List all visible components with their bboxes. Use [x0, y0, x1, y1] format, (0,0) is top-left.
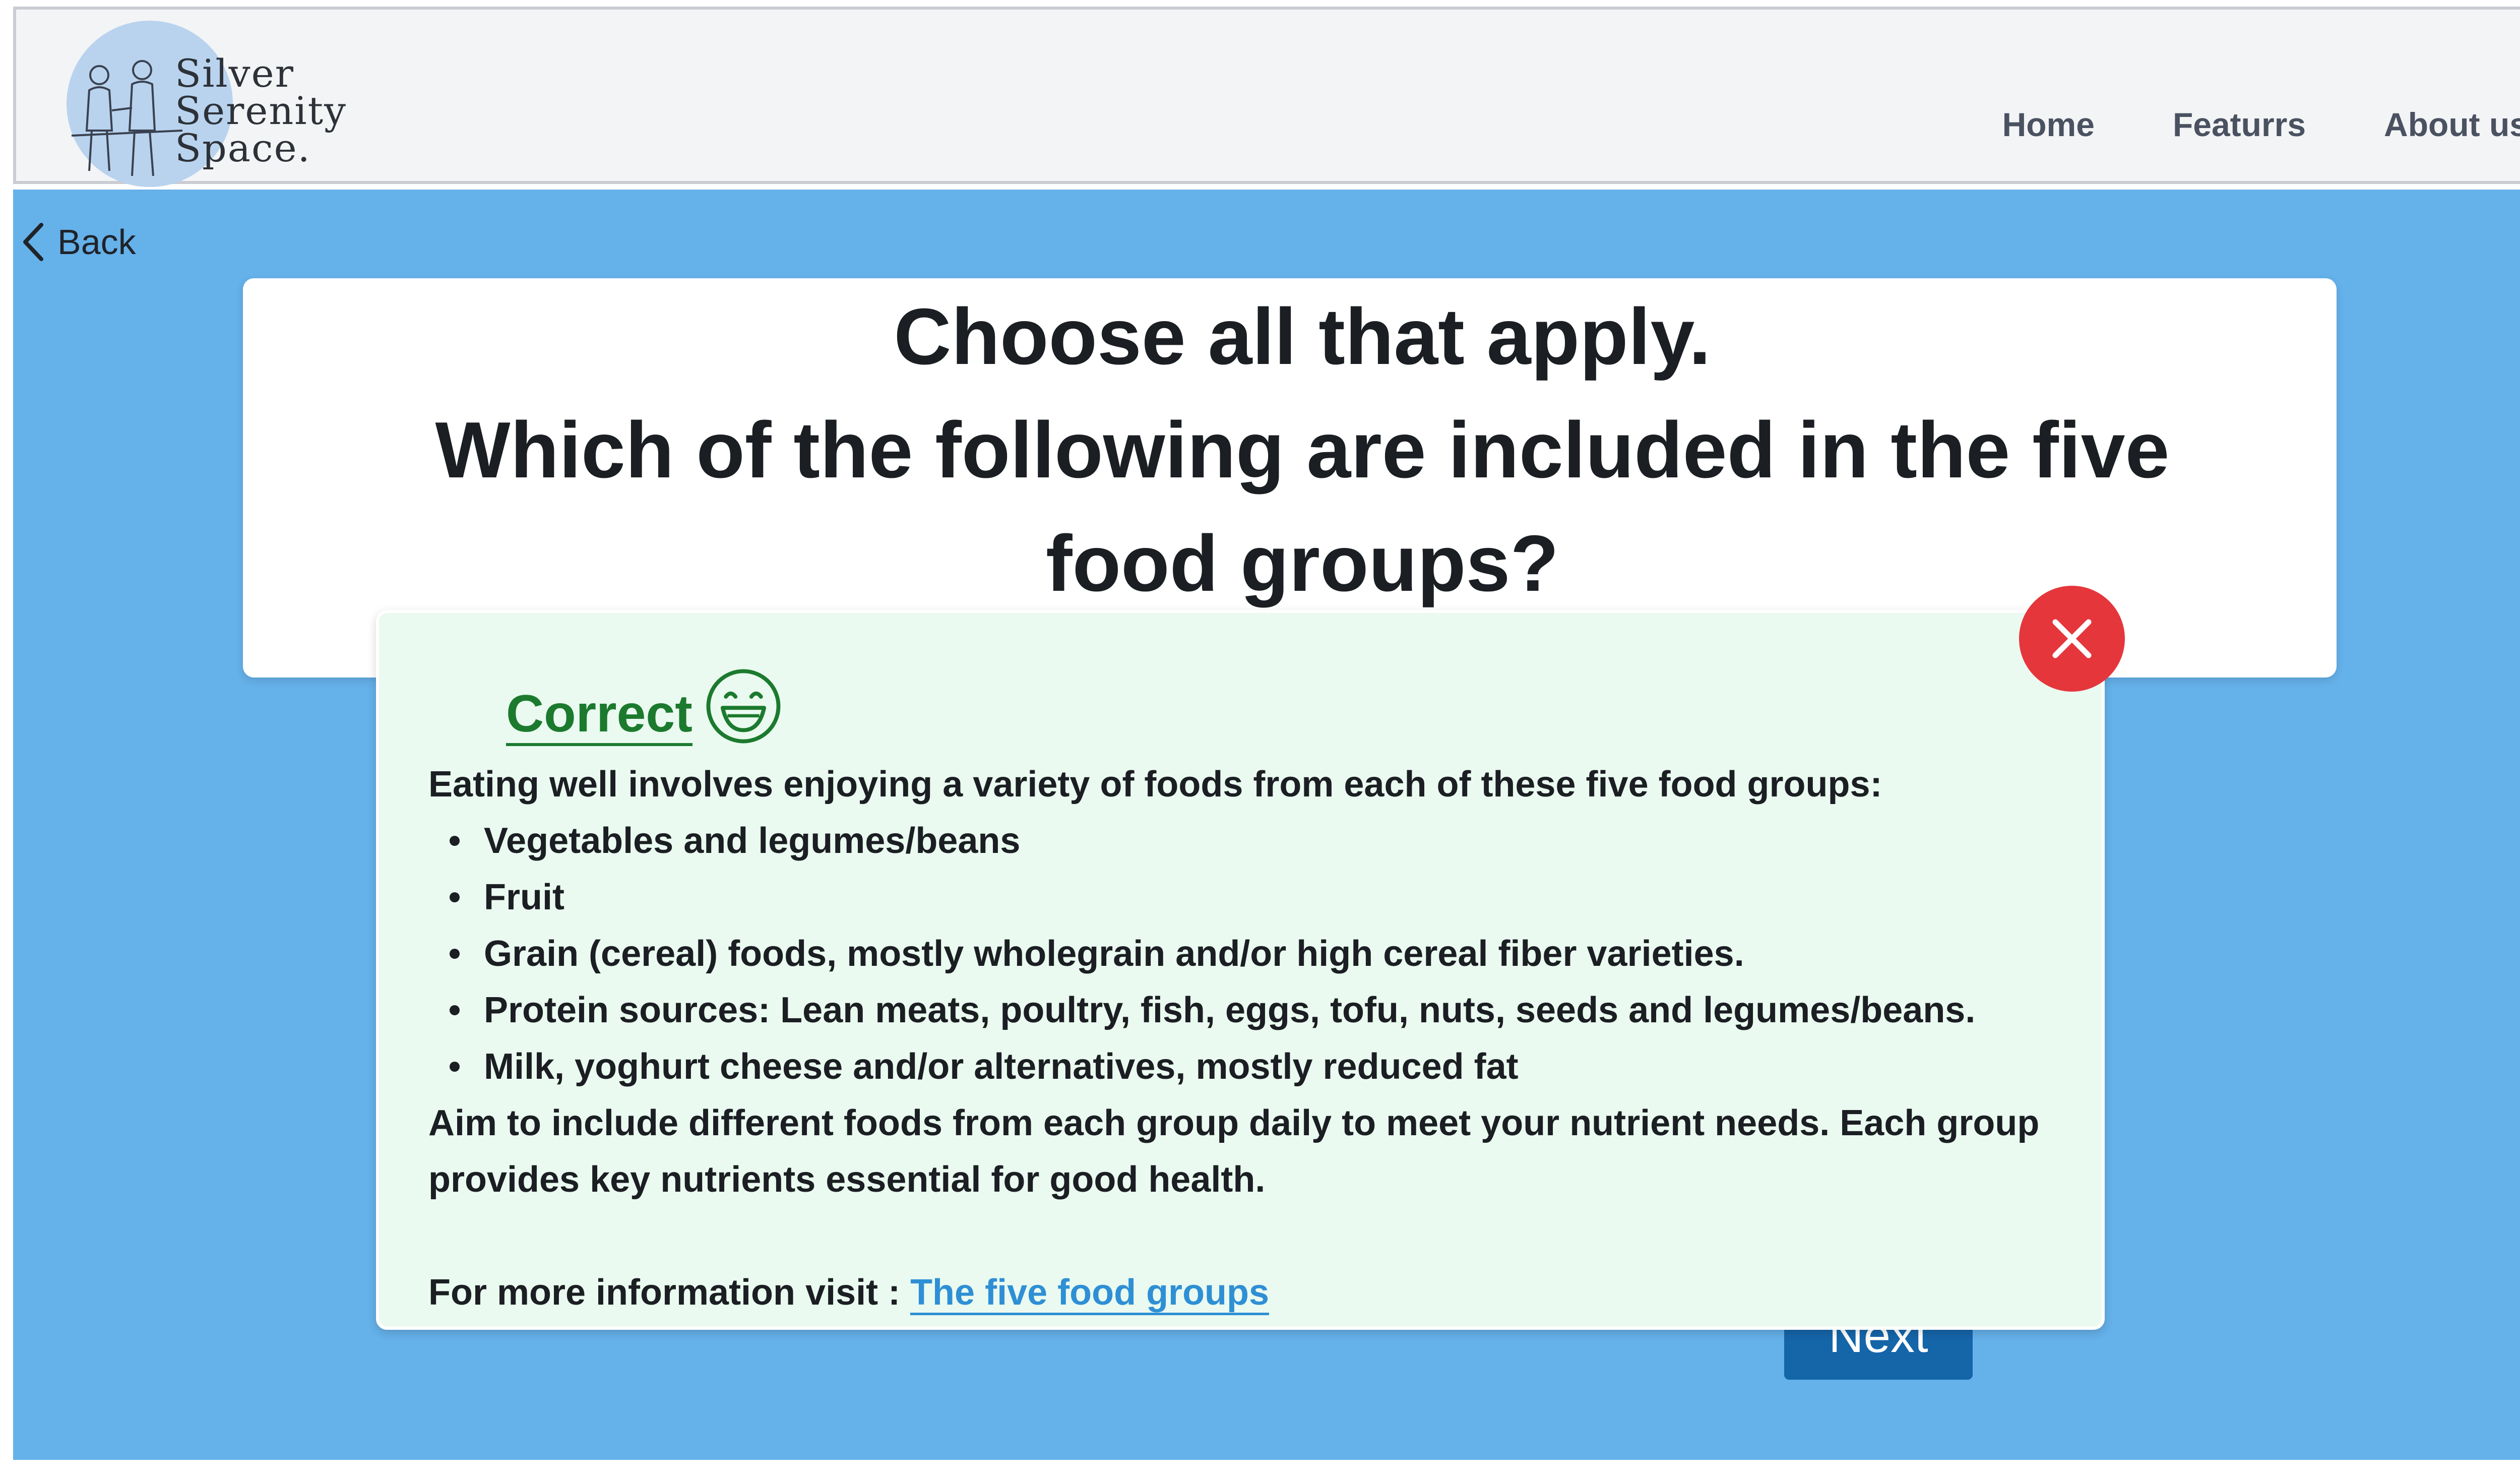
logo-line-3: Space.	[175, 126, 311, 170]
site-logo[interactable]: Silver Serenity Space.	[56, 15, 359, 187]
feedback-aim-line-1: Aim to include different foods from each…	[428, 1103, 2040, 1143]
question-text-line-1: Which of the following are included in t…	[435, 406, 2170, 495]
chevron-left-icon	[23, 223, 43, 261]
five-food-groups-link[interactable]: The five food groups	[910, 1272, 1270, 1315]
logo-line-1: Silver	[175, 51, 294, 96]
close-feedback-button[interactable]	[2019, 586, 2125, 692]
app-frame: Silver Serenity Space. Home Featurrs Abo…	[0, 0, 2520, 1476]
feedback-aim-line-2: provides key nutrients essential for goo…	[428, 1159, 1266, 1200]
close-icon	[2052, 619, 2092, 658]
feedback-intro: Eating well involves enjoying a variety …	[428, 764, 1882, 805]
list-item: Protein sources: Lean meats, poultry, fi…	[428, 982, 1975, 1038]
nav-about-us[interactable]: About us	[2384, 105, 2520, 144]
question-text-line-2: food groups?	[1046, 519, 1559, 608]
list-item: Grain (cereal) foods, mostly wholegrain …	[428, 926, 1975, 982]
more-info: For more information visit : The five fo…	[428, 1264, 1270, 1321]
feedback-status: Correct	[506, 666, 783, 746]
main-nav: Home Featurrs About us	[2002, 105, 2520, 144]
elderly-couple-icon	[71, 60, 183, 176]
correct-label: Correct	[506, 686, 692, 746]
site-header: Silver Serenity Space. Home Featurrs Abo…	[13, 7, 2520, 187]
logo-line-2: Serenity	[175, 88, 347, 133]
nav-home[interactable]: Home	[2002, 105, 2095, 144]
back-button[interactable]: Back	[20, 222, 136, 262]
back-label: Back	[57, 222, 136, 262]
list-item: Fruit	[428, 869, 1975, 926]
question-instruction: Choose all that apply.	[894, 292, 1711, 381]
logo-text: Silver Serenity Space.	[175, 51, 347, 170]
list-item: Milk, yoghurt cheese and/or alternatives…	[428, 1038, 1975, 1095]
more-info-prefix: For more information visit :	[428, 1272, 911, 1313]
nav-features[interactable]: Featurrs	[2173, 105, 2306, 144]
food-groups-list: Vegetables and legumes/beans Fruit Grain…	[428, 813, 1975, 1095]
list-item: Vegetables and legumes/beans	[428, 813, 1975, 869]
grinning-face-icon	[704, 666, 783, 746]
